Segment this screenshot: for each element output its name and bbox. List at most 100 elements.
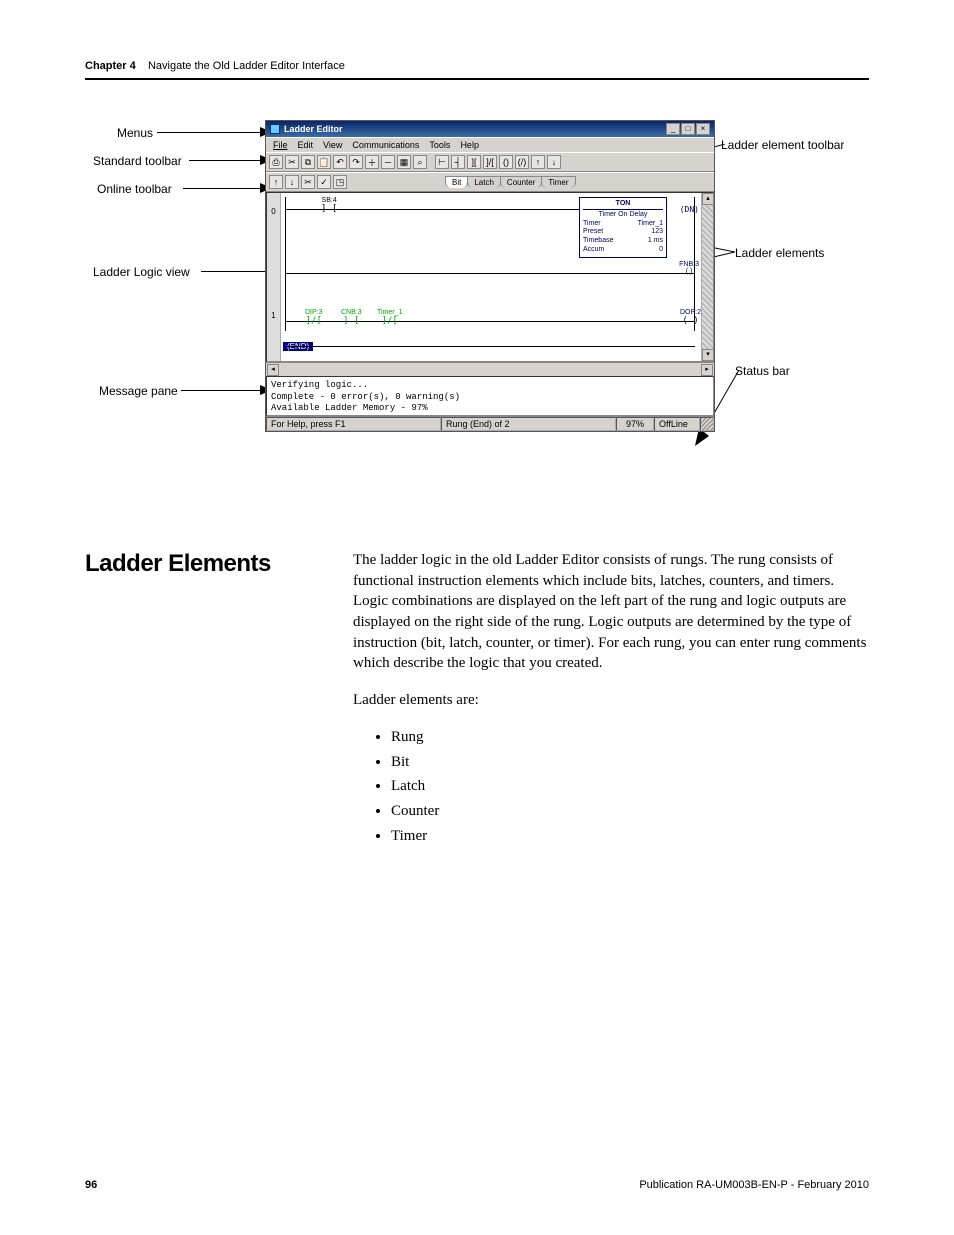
- zoom-in-icon[interactable]: ＋: [365, 155, 379, 169]
- tab-bit[interactable]: Bit: [445, 176, 468, 188]
- rung-insert-icon[interactable]: ⊢: [435, 155, 449, 169]
- maximize-button[interactable]: □: [681, 123, 695, 135]
- rung1-c3: Timer_1: [377, 309, 402, 316]
- ton-name: TON: [583, 200, 663, 210]
- new-file-icon[interactable]: ▦: [397, 155, 411, 169]
- msg-line-2: Complete - 0 error(s), 0 warning(s): [271, 392, 709, 404]
- message-pane: Verifying logic... Complete - 0 error(s)…: [266, 376, 714, 416]
- rising-edge-icon[interactable]: ↑: [531, 155, 545, 169]
- vertical-scrollbar[interactable]: ▴ ▾: [701, 193, 713, 361]
- tab-counter[interactable]: Counter: [500, 176, 542, 188]
- section-heading: Ladder Elements: [85, 550, 325, 850]
- publication-info: Publication RA-UM003B-EN-P - February 20…: [639, 1179, 869, 1191]
- zoom-out-icon[interactable]: －: [381, 155, 395, 169]
- cut-icon[interactable]: ✂: [285, 155, 299, 169]
- chapter-title: Navigate the Old Ladder Editor Interface: [148, 60, 345, 72]
- go-online-icon[interactable]: ✂: [301, 175, 315, 189]
- section-para-2: Ladder elements are:: [353, 690, 869, 711]
- redo-icon[interactable]: ↷: [349, 155, 363, 169]
- verify-icon[interactable]: ✓: [317, 175, 331, 189]
- close-button[interactable]: ×: [696, 123, 710, 135]
- ladder-elements-section: Ladder Elements The ladder logic in the …: [85, 550, 869, 850]
- undo-icon[interactable]: ↶: [333, 155, 347, 169]
- callout-ladder-element-toolbar: Ladder element toolbar: [721, 138, 844, 152]
- rung0-fnb-label: FNB:3: [679, 261, 699, 268]
- contact-no-icon[interactable]: ][: [467, 155, 481, 169]
- rung1-out: DOP:2: [680, 309, 701, 316]
- ladder-editor-window: Ladder Editor _ □ × File Edit View Commu…: [265, 120, 715, 432]
- callout-menus: Menus: [117, 126, 153, 140]
- branch-icon[interactable]: ┤: [451, 155, 465, 169]
- menu-file[interactable]: File: [270, 140, 291, 150]
- scroll-up-button[interactable]: ▴: [702, 193, 714, 205]
- resize-grip[interactable]: [700, 417, 714, 431]
- menu-tools[interactable]: Tools: [426, 140, 453, 150]
- ton-r2k: Timebase: [583, 237, 613, 246]
- coil-icon[interactable]: (): [499, 155, 513, 169]
- app-icon: [270, 124, 280, 134]
- tab-timer[interactable]: Timer: [541, 176, 575, 188]
- rung-number-0: 0: [267, 207, 280, 216]
- callout-standard-toolbar: Standard toolbar: [93, 154, 182, 168]
- status-mem: 97%: [616, 417, 654, 431]
- download-icon[interactable]: ↓: [285, 175, 299, 189]
- status-bar: For Help, press F1 Rung (End) of 2 97% O…: [266, 416, 714, 431]
- callout-ladder-logic-view: Ladder Logic view: [93, 265, 190, 279]
- menu-view[interactable]: View: [320, 140, 345, 150]
- ton-r3k: Accum: [583, 246, 604, 255]
- menu-help[interactable]: Help: [457, 140, 482, 150]
- minimize-button[interactable]: _: [666, 123, 680, 135]
- msg-line-3: Available Ladder Memory - 97%: [271, 403, 709, 415]
- online-toolbar: ↑ ↓ ✂ ✓ ◳ Bit Latch Counter Timer: [266, 172, 714, 192]
- list-item: Latch: [391, 776, 869, 797]
- page-number: 96: [85, 1179, 97, 1191]
- rung1-c2: CNB:3: [341, 309, 362, 316]
- status-mode: OffLine: [654, 417, 700, 431]
- scroll-left-button[interactable]: ◂: [267, 364, 279, 376]
- section-para-1: The ladder logic in the old Ladder Edito…: [353, 550, 869, 674]
- copy-icon[interactable]: ⧉: [301, 155, 315, 169]
- ton-r2v: 1 ms: [648, 237, 663, 246]
- print-icon[interactable]: ⎙: [269, 155, 283, 169]
- status-help: For Help, press F1: [266, 417, 441, 431]
- rung1-c1: DIP:3: [305, 309, 323, 316]
- running-head: Chapter 4 Navigate the Old Ladder Editor…: [85, 60, 869, 72]
- ladder-logic-view[interactable]: 0 1 SB:4 ] [ TON Timer On Delay Ti: [266, 192, 714, 362]
- contact-nc-icon[interactable]: ]/[: [483, 155, 497, 169]
- falling-edge-icon[interactable]: ↓: [547, 155, 561, 169]
- menu-edit[interactable]: Edit: [295, 140, 317, 150]
- menu-communications[interactable]: Communications: [349, 140, 422, 150]
- list-item: Bit: [391, 752, 869, 773]
- coil-neg-icon[interactable]: (/): [515, 155, 529, 169]
- ton-r3v: 0: [659, 246, 663, 255]
- status-rung: Rung (End) of 2: [441, 417, 616, 431]
- header-rule: [85, 78, 869, 80]
- chapter-label: Chapter 4: [85, 60, 136, 72]
- list-item: Rung: [391, 727, 869, 748]
- msg-line-1: Verifying logic...: [271, 380, 709, 392]
- coil-icon: ( ): [680, 316, 701, 326]
- page-footer: 96 Publication RA-UM003B-EN-P - February…: [85, 1179, 869, 1191]
- rung-number-1: 1: [267, 311, 280, 320]
- ton-r0k: Timer: [583, 220, 601, 229]
- ton-r0v: Timer_1: [638, 220, 663, 229]
- element-tabs: Bit Latch Counter Timer: [445, 176, 575, 188]
- scroll-right-button[interactable]: ▸: [701, 364, 713, 376]
- list-item: Timer: [391, 826, 869, 847]
- callout-message-pane: Message pane: [99, 384, 178, 398]
- callout-online-toolbar: Online toolbar: [97, 182, 172, 196]
- monitor-icon[interactable]: ◳: [333, 175, 347, 189]
- coil-icon: ( ): [679, 268, 699, 275]
- ton-instruction[interactable]: TON Timer On Delay TimerTimer_1 Preset12…: [579, 197, 667, 258]
- tab-latch[interactable]: Latch: [467, 176, 501, 188]
- window-title: Ladder Editor: [284, 124, 343, 134]
- paste-icon[interactable]: 📋: [317, 155, 331, 169]
- elements-list: Rung Bit Latch Counter Timer: [391, 727, 869, 846]
- callout-ladder-elements: Ladder elements: [735, 246, 824, 260]
- horizontal-scrollbar[interactable]: ◂ ▸: [266, 362, 714, 376]
- contact-icon: ]/[: [377, 316, 402, 326]
- rung0-contact-label: SB:4: [321, 197, 337, 204]
- scroll-down-button[interactable]: ▾: [702, 349, 714, 361]
- find-icon[interactable]: ⌕: [413, 155, 427, 169]
- upload-icon[interactable]: ↑: [269, 175, 283, 189]
